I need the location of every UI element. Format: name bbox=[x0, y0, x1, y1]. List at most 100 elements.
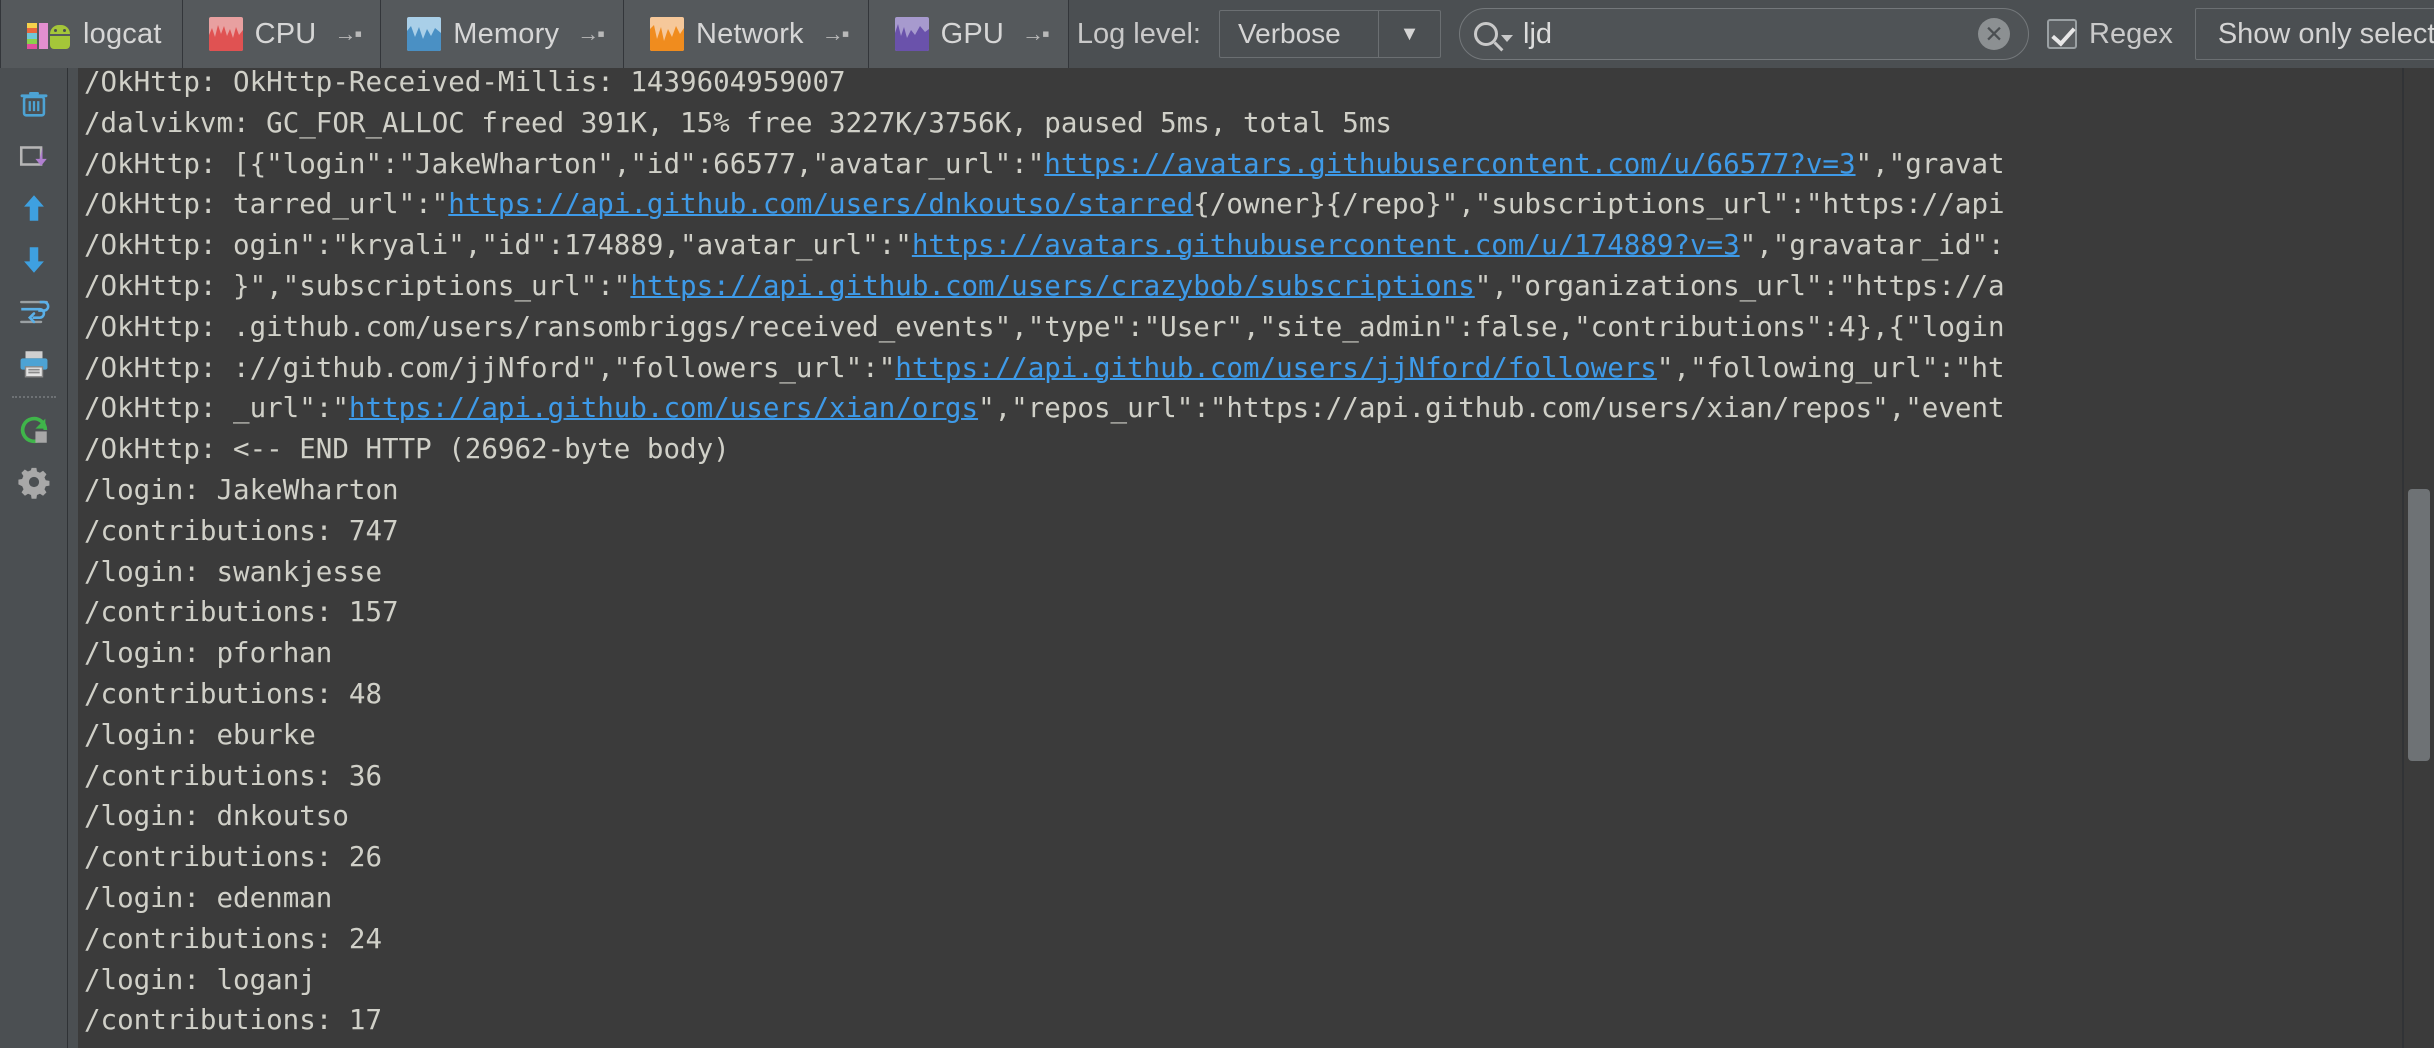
android-robot-icon bbox=[50, 25, 70, 49]
log-text: 48 bbox=[332, 677, 383, 710]
regex-label: Regex bbox=[2089, 17, 2173, 50]
regex-checkbox[interactable]: Regex bbox=[2047, 18, 2173, 51]
log-level-select[interactable]: Verbose ▼ bbox=[1219, 10, 1441, 58]
log-level-value: Verbose bbox=[1238, 18, 1341, 49]
log-tag: /OkHttp: bbox=[84, 188, 217, 221]
log-tag: /login: bbox=[84, 718, 200, 751]
network-chart-icon bbox=[650, 17, 684, 51]
log-line: /dalvikvm: GC_FOR_ALLOC freed 391K, 15% … bbox=[84, 103, 2005, 144]
scrollbar-thumb[interactable] bbox=[2408, 489, 2430, 762]
log-tag: /login: bbox=[84, 637, 200, 670]
log-tag: /contributions: bbox=[84, 514, 333, 547]
top-toolbar: logcat CPU →▪ Memory →▪ Network →▪ GPU →… bbox=[0, 0, 2434, 68]
log-tag: /login: bbox=[84, 881, 200, 914]
log-tag: /OkHttp: bbox=[84, 392, 217, 425]
search-value: ljd bbox=[1523, 17, 1553, 50]
log-text: {/owner}{/repo}","subscriptions_url":"ht… bbox=[1193, 188, 2005, 221]
log-link[interactable]: https://api.github.com/users/xian/orgs bbox=[349, 392, 978, 424]
app-filter-select[interactable]: Show only selected application ▼ bbox=[2194, 8, 2434, 60]
detach-cpu-icon[interactable]: →▪ bbox=[334, 21, 362, 47]
tab-network[interactable]: Network →▪ bbox=[624, 0, 869, 68]
log-text: 157 bbox=[332, 596, 399, 629]
app-filter-value: Show only selected application bbox=[2217, 17, 2434, 50]
log-line: /contributions: 17 bbox=[84, 1000, 2005, 1041]
soft-wrap-icon bbox=[20, 300, 50, 324]
restart-button[interactable] bbox=[0, 404, 68, 456]
tab-logcat[interactable]: logcat bbox=[0, 0, 183, 68]
log-tag: /contributions: bbox=[84, 596, 333, 629]
log-text: eburke bbox=[199, 718, 316, 751]
tab-label-gpu: GPU bbox=[940, 17, 1005, 50]
search-input[interactable]: ljd ✕ bbox=[1459, 8, 2029, 60]
detach-gpu-icon[interactable]: →▪ bbox=[1022, 21, 1050, 47]
log-line: /login: loganj bbox=[84, 960, 2005, 1001]
restart-icon bbox=[20, 416, 48, 444]
chevron-down-icon[interactable] bbox=[1501, 34, 1513, 42]
log-line: /OkHttp: tarred_url":"https://api.github… bbox=[84, 184, 2005, 225]
log-tag: /contributions: bbox=[84, 677, 333, 710]
log-line: /OkHttp: .github.com/users/ransombriggs/… bbox=[84, 307, 2005, 348]
tab-gpu[interactable]: GPU →▪ bbox=[868, 0, 1069, 68]
log-link[interactable]: https://api.github.com/users/crazybob/su… bbox=[630, 270, 1474, 302]
cpu-chart-icon bbox=[208, 17, 243, 51]
gear-icon bbox=[18, 467, 50, 499]
tab-label-cpu: CPU bbox=[254, 17, 317, 50]
log-line: /contributions: 157 bbox=[84, 592, 2005, 633]
tab-memory[interactable]: Memory →▪ bbox=[381, 0, 624, 68]
detach-network-icon[interactable]: →▪ bbox=[822, 21, 850, 47]
log-tag: /OkHttp: bbox=[84, 351, 217, 384]
log-level-label: Log level: bbox=[1076, 17, 1201, 50]
search-icon bbox=[1474, 22, 1498, 46]
log-text: ","gravatar_id": bbox=[1739, 229, 2005, 262]
log-text: ogin":"kryali","id":174889,"avatar_url":… bbox=[216, 229, 912, 262]
log-text: 36 bbox=[332, 759, 383, 792]
log-text: ","gravat bbox=[1855, 147, 2005, 180]
log-line: /contributions: 26 bbox=[84, 837, 2005, 878]
log-line: /login: swankjesse bbox=[84, 552, 2005, 593]
logcat-output-panel[interactable]: /OkHttp: OkHttp-Received-Millis: 1439604… bbox=[68, 68, 2434, 1048]
log-tag: /OkHttp: bbox=[84, 229, 217, 262]
log-link[interactable]: https://avatars.githubusercontent.com/u/… bbox=[912, 229, 1740, 261]
log-text: 26 bbox=[332, 841, 383, 874]
log-tag: /contributions: bbox=[84, 922, 333, 955]
soft-wrap-button[interactable] bbox=[0, 286, 68, 338]
arrow-up-icon bbox=[24, 195, 44, 221]
log-line: /login: eburke bbox=[84, 715, 2005, 756]
log-link[interactable]: https://avatars.githubusercontent.com/u/… bbox=[1044, 148, 1855, 180]
log-text: swankjesse bbox=[199, 555, 383, 588]
vertical-scrollbar[interactable] bbox=[2404, 68, 2434, 1048]
log-line: /OkHttp: ogin":"kryali","id":174889,"ava… bbox=[84, 225, 2005, 266]
scroll-to-top-button[interactable] bbox=[0, 182, 68, 234]
log-tag: /login: bbox=[84, 963, 200, 996]
log-line: /OkHttp: OkHttp-Received-Millis: 1439604… bbox=[84, 68, 2005, 103]
tab-cpu[interactable]: CPU →▪ bbox=[182, 0, 382, 68]
log-tag: /contributions: bbox=[84, 841, 333, 874]
scroll-to-bottom-button[interactable] bbox=[0, 234, 68, 286]
checkbox-checked-icon[interactable] bbox=[2047, 19, 2077, 49]
logcat-icon bbox=[27, 19, 71, 50]
settings-button[interactable] bbox=[0, 456, 68, 508]
log-line: /login: edenman bbox=[84, 878, 2005, 919]
print-button[interactable] bbox=[0, 338, 68, 390]
log-link[interactable]: https://api.github.com/users/jjNford/fol… bbox=[895, 352, 1657, 384]
export-to-file-button[interactable] bbox=[0, 130, 68, 182]
sidebar-divider bbox=[12, 396, 56, 398]
tab-label-network: Network bbox=[696, 17, 804, 50]
log-link[interactable]: https://api.github.com/users/dnkoutso/st… bbox=[448, 188, 1193, 220]
log-text: dnkoutso bbox=[199, 800, 349, 833]
log-line: /OkHttp: <-- END HTTP (26962-byte body) bbox=[84, 429, 2005, 470]
clear-search-icon[interactable]: ✕ bbox=[1978, 18, 2010, 50]
filter-controls: Log level: Verbose ▼ ljd ✕ Regex Show on… bbox=[1069, 0, 2434, 68]
clear-logcat-button[interactable] bbox=[0, 78, 68, 130]
log-line: /login: rcdickerson bbox=[84, 1041, 2005, 1048]
log-text: 17 bbox=[332, 1004, 383, 1037]
log-tag: /OkHttp: bbox=[84, 433, 217, 466]
chevron-down-icon[interactable]: ▼ bbox=[1378, 11, 1440, 57]
log-text: 747 bbox=[332, 514, 399, 547]
log-line: /contributions: 747 bbox=[84, 511, 2005, 552]
detach-memory-icon[interactable]: →▪ bbox=[577, 21, 605, 47]
tab-label-memory: Memory bbox=[453, 17, 560, 50]
log-text: ","organizations_url":"https://a bbox=[1474, 269, 2005, 302]
log-line: /contributions: 24 bbox=[84, 919, 2005, 960]
log-text: JakeWharton bbox=[199, 473, 399, 506]
